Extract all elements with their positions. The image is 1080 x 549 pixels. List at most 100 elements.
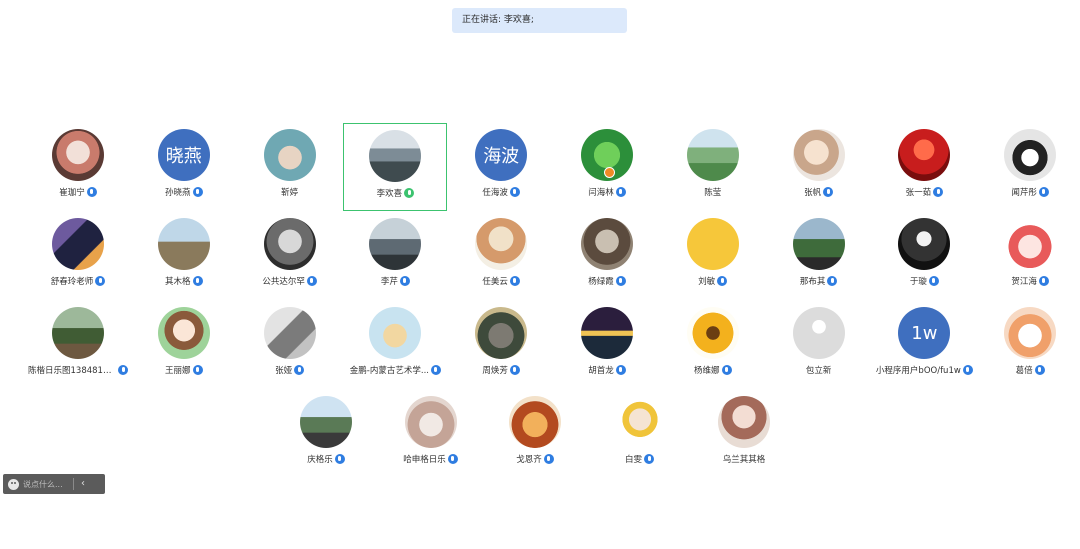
participant-name: 胡首龙 (588, 366, 614, 376)
participant-tile[interactable]: 张一茹 (872, 123, 976, 211)
participant-name: 李欢喜 (376, 189, 403, 199)
chat-bar: ‹ (3, 474, 105, 494)
chat-input[interactable] (23, 479, 71, 489)
participant-tile[interactable]: 张帆 (767, 123, 871, 211)
participant-tile[interactable]: 周焕芳 (449, 301, 553, 389)
participant-tile[interactable]: 乌兰其其格 (692, 390, 796, 478)
microphone-icon (294, 365, 305, 375)
participant-name: 哈申格日乐 (403, 455, 446, 465)
emoji-icon[interactable] (8, 478, 19, 490)
microphone-icon (192, 187, 203, 197)
participant-tile[interactable]: 包立新 (767, 301, 871, 389)
participant-tile[interactable]: 李芹 (343, 212, 447, 300)
participant-tile[interactable]: 闻芹彤 (978, 123, 1080, 211)
participant-name-line: 崔珈宁 (59, 186, 97, 198)
avatar (52, 129, 104, 181)
participant-name-line: 孙晓燕 (165, 186, 203, 198)
participant-name-line: 张一茹 (906, 186, 944, 198)
microphone-icon (615, 187, 626, 197)
avatar (404, 396, 457, 448)
participant-tile[interactable]: 杨维娜 (661, 301, 765, 389)
avatar: 晓燕 (157, 129, 210, 181)
microphone-icon (1038, 276, 1049, 286)
participant-tile[interactable]: 1w 小程序用户bOO/fu1w (872, 301, 976, 389)
participant-tile[interactable]: 陈莹 (661, 123, 765, 211)
participant-row: 陈楷日乐图1384815... 王丽娜 张娅 金鹏-内蒙古艺术学... 周焕芳 胡首龙 杨维… (26, 301, 1080, 389)
participant-name-line: 陈楷日乐图1384815... (28, 364, 128, 376)
participant-tile[interactable]: 王丽娜 (132, 301, 236, 389)
participant-tile[interactable]: 杨绿霞 (555, 212, 659, 300)
microphone-icon (306, 276, 317, 286)
avatar-text: 晓燕 (165, 146, 202, 167)
participant-name-line: 闫海林 (588, 186, 626, 198)
avatar (1004, 129, 1057, 181)
participant-tile[interactable]: 公共达尔罕 (238, 212, 342, 300)
avatar (475, 218, 528, 270)
participant-name-line: 闻芹彤 (1011, 186, 1049, 198)
participant-tile[interactable]: 海波 任海波 (449, 123, 553, 211)
participant-tile[interactable]: 陈楷日乐图1384815... (26, 301, 130, 389)
participant-tile[interactable]: 晓燕 孙晓燕 (132, 123, 236, 211)
participant-name: 任海波 (482, 188, 508, 198)
participant-name: 贺江海 (1011, 277, 1037, 287)
microphone-icon (399, 276, 410, 286)
participant-tile[interactable]: 白雯 (588, 390, 692, 478)
participant-tile[interactable]: 戈恩齐 (483, 390, 587, 478)
participant-tile[interactable]: 李欢喜 (343, 123, 448, 211)
participant-name: 陈楷日乐图1384815... (28, 366, 116, 376)
microphone-icon (404, 188, 415, 198)
microphone-icon (509, 187, 520, 197)
chevron-left-icon[interactable]: ‹ (81, 479, 85, 489)
participant-name-line: 李芹 (381, 275, 410, 287)
participant-tile[interactable]: 庆格乐 (274, 390, 378, 478)
avatar (475, 307, 528, 359)
avatar (52, 218, 104, 270)
participant-tile[interactable]: 崔珈宁 (26, 123, 130, 211)
participant-name-line: 胡首龙 (588, 364, 626, 376)
participant-tile[interactable]: 葛倍 (978, 301, 1080, 389)
avatar (718, 396, 770, 448)
participant-name-line: 乌兰其其格 (723, 453, 766, 465)
participant-tile[interactable]: 其木格 (132, 212, 236, 300)
participant-tile[interactable]: 贺江海 (978, 212, 1080, 300)
participant-name-line: 葛倍 (1016, 364, 1045, 376)
avatar-text: 海波 (483, 146, 520, 167)
participant-name-line: 小程序用户bOO/fu1w (876, 364, 973, 376)
participant-name: 崔珈宁 (59, 188, 85, 198)
microphone-icon (827, 276, 838, 286)
participant-name-line: 李欢喜 (377, 187, 415, 199)
participant-name-line: 贺江海 (1011, 275, 1049, 287)
participant-name-line: 庆格乐 (307, 453, 345, 465)
avatar (898, 218, 951, 270)
microphone-icon (717, 276, 728, 286)
microphone-icon (509, 365, 520, 375)
participant-name: 杨绿霞 (588, 277, 614, 287)
participant-tile[interactable]: 哈申格日乐 (379, 390, 483, 478)
participant-name: 陈莹 (704, 188, 722, 198)
participant-tile[interactable]: 闫海林 (555, 123, 659, 211)
avatar (157, 218, 210, 270)
participant-tile[interactable]: 任美云 (449, 212, 553, 300)
participant-tile[interactable]: 那布其 (767, 212, 871, 300)
avatar (157, 307, 210, 359)
participant-tile[interactable]: 金鹏-内蒙古艺术学... (343, 301, 447, 389)
participant-name: 杨维娜 (694, 366, 720, 376)
avatar (263, 129, 316, 181)
participant-tile[interactable]: 于璇 (872, 212, 976, 300)
participant-name-line: 那布其 (800, 275, 838, 287)
participant-name: 于璇 (909, 277, 927, 287)
participant-tile[interactable]: 刘敏 (661, 212, 765, 300)
participant-tile[interactable]: 靳婷 (238, 123, 342, 211)
avatar (898, 129, 951, 181)
participant-name: 周焕芳 (482, 366, 508, 376)
participant-tile[interactable]: 舒春玲老师 (26, 212, 130, 300)
participant-tile[interactable]: 胡首龙 (555, 301, 659, 389)
participant-name-line: 杨维娜 (694, 364, 732, 376)
avatar: 1w (898, 307, 951, 359)
participant-name-line: 周焕芳 (482, 364, 520, 376)
participant-name: 包立新 (805, 366, 832, 376)
microphone-icon (118, 365, 128, 375)
microphone-icon (928, 276, 939, 286)
participant-tile[interactable]: 张娅 (238, 301, 342, 389)
participant-name: 戈恩齐 (516, 455, 542, 465)
